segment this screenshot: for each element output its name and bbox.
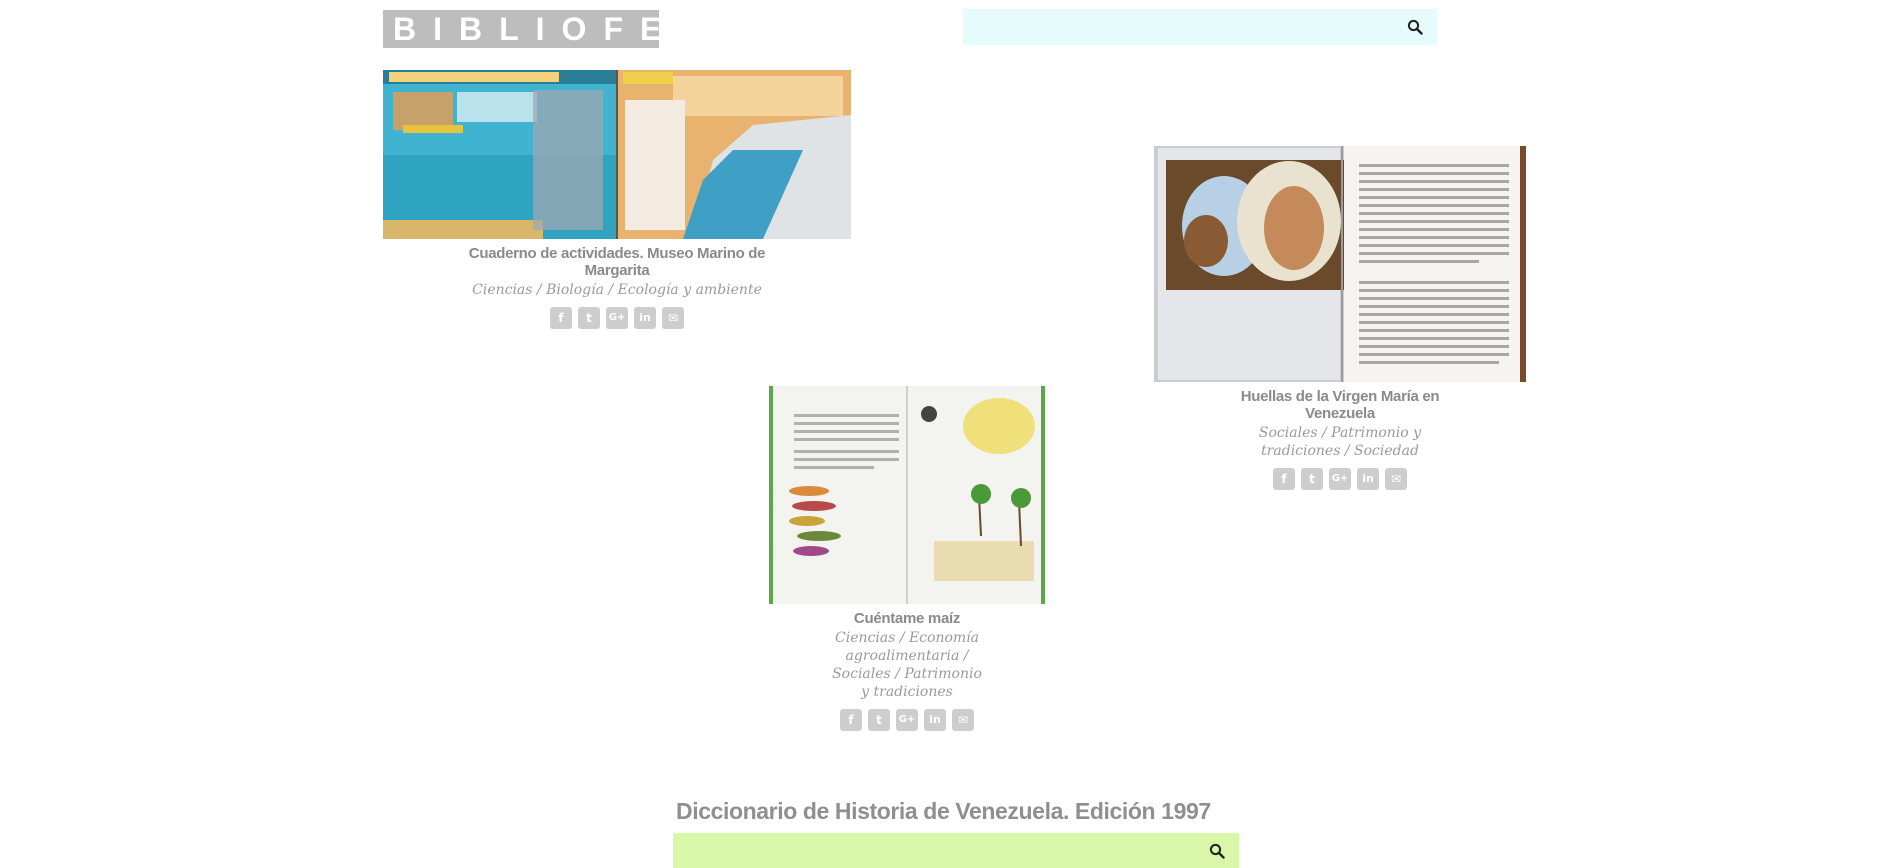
book-category: Sociales / Patrimonio y tradiciones / So… (1258, 425, 1422, 459)
linkedin-icon[interactable]: in (634, 307, 656, 329)
facebook-icon[interactable]: f (550, 307, 572, 329)
email-icon[interactable]: ✉ (952, 709, 974, 731)
google-plus-icon[interactable]: G+ (1329, 468, 1351, 490)
google-plus-icon[interactable]: G+ (896, 709, 918, 731)
dictionary-search (673, 833, 1239, 868)
search-icon[interactable] (1209, 843, 1225, 859)
book-cover-cuentame[interactable] (769, 386, 1045, 604)
twitter-icon[interactable]: t (578, 307, 600, 329)
book-card-cuaderno: Cuaderno de actividades. Museo Marino de… (383, 70, 851, 329)
book-title[interactable]: Cuéntame maíz (769, 610, 1045, 627)
share-bar: f t G+ in ✉ (383, 307, 851, 329)
search-input[interactable] (963, 9, 1397, 45)
twitter-icon[interactable]: t (1301, 468, 1323, 490)
share-bar: f t G+ in ✉ (769, 709, 1045, 731)
book-card-huellas: Huellas de la Virgen María en Venezuela … (1154, 146, 1526, 490)
header-search (963, 9, 1437, 45)
site-logo[interactable]: BIBLIOFEP (383, 10, 659, 48)
book-cover-huellas[interactable] (1154, 146, 1526, 382)
linkedin-icon[interactable]: in (924, 709, 946, 731)
google-plus-icon[interactable]: G+ (606, 307, 628, 329)
dictionary-search-input[interactable] (673, 833, 1199, 868)
search-icon[interactable] (1407, 19, 1423, 35)
facebook-icon[interactable]: f (1273, 468, 1295, 490)
book-card-cuentame: Cuéntame maíz Ciencias / Economía agroal… (769, 386, 1045, 731)
twitter-icon[interactable]: t (868, 709, 890, 731)
share-bar: f t G+ in ✉ (1154, 468, 1526, 490)
linkedin-icon[interactable]: in (1357, 468, 1379, 490)
book-category: Ciencias / Economía agroalimentaria / So… (832, 630, 982, 700)
book-title[interactable]: Cuaderno de actividades. Museo Marino de… (383, 245, 851, 279)
dictionary-title[interactable]: Diccionario de Historia de Venezuela. Ed… (676, 798, 1211, 825)
book-title[interactable]: Huellas de la Virgen María en Venezuela (1154, 388, 1526, 422)
email-icon[interactable]: ✉ (662, 307, 684, 329)
book-cover-cuaderno[interactable] (383, 70, 851, 239)
facebook-icon[interactable]: f (840, 709, 862, 731)
email-icon[interactable]: ✉ (1385, 468, 1407, 490)
book-category: Ciencias / Biología / Ecología y ambient… (472, 282, 762, 298)
